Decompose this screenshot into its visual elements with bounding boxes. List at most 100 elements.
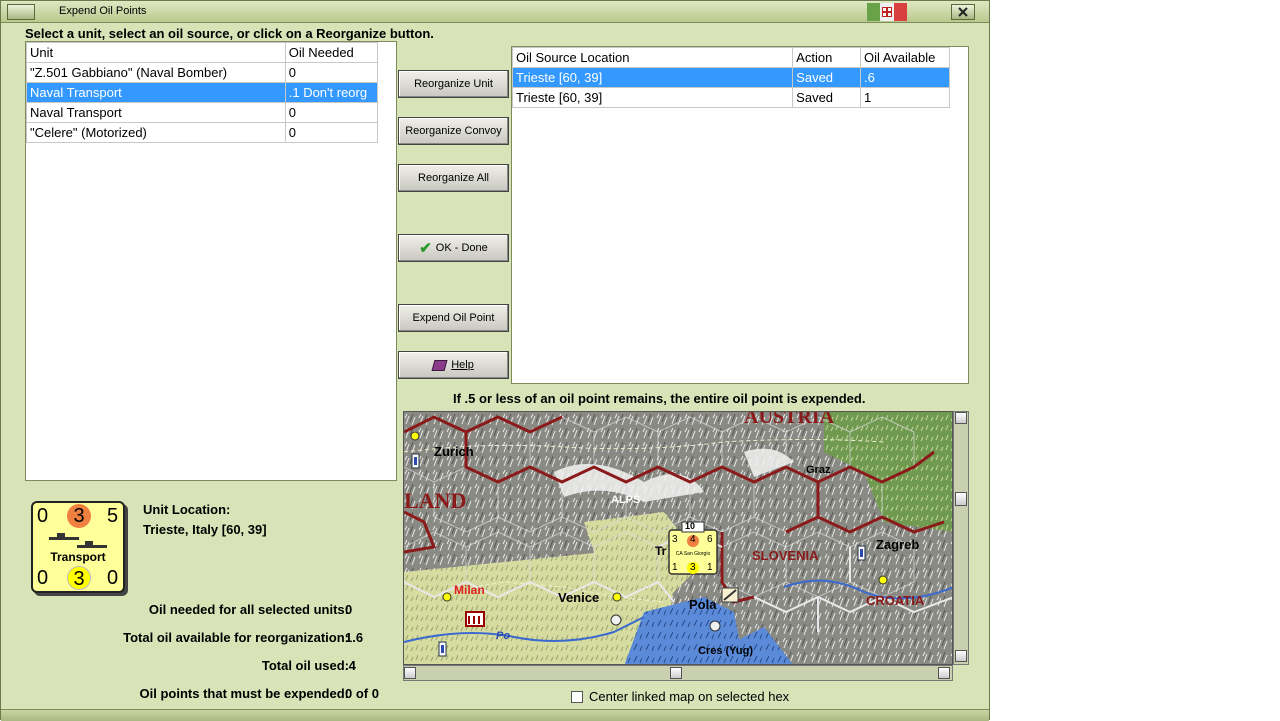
map-label-slovenia: SLOVENIA (752, 548, 819, 563)
map-label-milan: Milan (454, 583, 485, 597)
scroll-up-arrow[interactable] (955, 412, 967, 424)
unit-list-panel: Unit Oil Needed "Z.501 Gabbiano" (Naval … (25, 41, 397, 481)
map-label-croatia: CROATIA (866, 593, 925, 608)
map-label-zagreb: Zagreb (876, 537, 920, 552)
italy-flag-icon (867, 3, 907, 21)
window-bottom-border (1, 709, 989, 721)
checkmark-icon: ✔ (419, 240, 432, 257)
map-label-venice: Venice (558, 590, 600, 605)
transport-ship-icon (49, 533, 107, 548)
center-map-checkbox[interactable]: Center linked map on selected hex (571, 689, 789, 704)
map-horizontal-scrollbar[interactable] (403, 665, 953, 681)
center-map-label: Center linked map on selected hex (589, 689, 790, 704)
counter-top-right-value: 5 (107, 505, 119, 527)
table-header-row: Oil Source Location Action Oil Available (511, 47, 950, 68)
column-header-action[interactable]: Action (792, 47, 862, 68)
column-header-unit[interactable]: Unit (26, 42, 286, 63)
reorganize-unit-label: Reorganize Unit (414, 78, 493, 90)
map-label-graz: Graz (806, 464, 831, 476)
reorganize-unit-button[interactable]: Reorganize Unit (398, 70, 509, 98)
map-label-austria: AUSTRIA (744, 411, 835, 428)
help-button[interactable]: Help (398, 351, 509, 379)
ok-done-button[interactable]: ✔ OK - Done (398, 234, 509, 262)
oil-source-location-cell[interactable]: Trieste [60, 39] (511, 87, 794, 108)
action-cell[interactable]: Saved (792, 87, 862, 108)
map-counter-tr: 6 (707, 534, 713, 545)
map-label-trieste: Tr (655, 544, 667, 558)
map-vertical-scrollbar[interactable] (953, 411, 969, 665)
reorganize-convoy-label: Reorganize Convoy (405, 125, 502, 137)
column-header-oil-available[interactable]: Oil Available (860, 47, 950, 68)
vertical-scroll-thumb[interactable] (955, 492, 967, 506)
window-title: Expend Oil Points (59, 5, 147, 17)
map-canvas (404, 412, 952, 664)
stat-label: Oil points that must be expended: (139, 686, 349, 701)
book-icon (431, 359, 448, 371)
stat-value: 0 (345, 602, 353, 617)
counter-bottom-mid-value: 3 (67, 566, 91, 590)
map-label-zurich: Zurich (434, 444, 474, 459)
system-menu-button[interactable] (7, 4, 35, 20)
scroll-right-arrow[interactable] (938, 667, 950, 679)
unit-table: Unit Oil Needed "Z.501 Gabbiano" (Naval … (26, 42, 379, 143)
oil-needed-cell[interactable]: 0 (284, 62, 379, 83)
map-counter-tl: 3 (672, 534, 678, 545)
stat-value: 1.6 (345, 630, 364, 645)
expend-oil-point-button[interactable]: Expend Oil Point (398, 304, 509, 332)
map-label-land: LAND (404, 488, 467, 513)
table-row-selected[interactable]: Naval Transport .1 Don't reorg (26, 82, 379, 103)
unit-name-cell[interactable]: "Z.501 Gabbiano" (Naval Bomber) (26, 62, 286, 83)
title-bar: Expend Oil Points (1, 1, 989, 23)
table-header-row: Unit Oil Needed (26, 42, 379, 63)
stat-value: .4 (345, 658, 356, 673)
counter-unit-type: Transport (50, 550, 106, 564)
reorganize-all-button[interactable]: Reorganize All (398, 164, 509, 192)
reorganize-convoy-button[interactable]: Reorganize Convoy (398, 117, 509, 145)
map-label-po: Po (496, 630, 511, 642)
unit-name-cell[interactable]: "Celere" (Motorized) (26, 122, 286, 143)
close-button[interactable] (951, 4, 975, 20)
help-label: Help (451, 359, 474, 371)
oil-source-location-cell[interactable]: Trieste [60, 39] (511, 67, 794, 88)
horizontal-scroll-thumb[interactable] (670, 667, 682, 679)
map-counter-name: CA San Giorgio (675, 551, 711, 557)
checkbox-box[interactable] (571, 690, 583, 703)
unit-location-value: Trieste, Italy [60, 39] (143, 522, 267, 537)
oil-available-cell[interactable]: .6 (860, 67, 950, 88)
instruction-text: Select a unit, select an oil source, or … (25, 26, 434, 41)
map-label-pola: Pola (689, 597, 717, 612)
column-header-oil-source-location[interactable]: Oil Source Location (511, 47, 794, 68)
map-counter-bl: 1 (672, 562, 678, 573)
table-row[interactable]: Trieste [60, 39] Saved 1 (511, 87, 950, 108)
oil-source-panel: Oil Source Location Action Oil Available… (511, 46, 969, 384)
expend-oil-points-window: Expend Oil Points Select a unit, select … (0, 0, 990, 721)
table-row-selected[interactable]: Trieste [60, 39] Saved .6 (511, 67, 950, 88)
ok-done-label: OK - Done (435, 242, 488, 254)
transport-unit-counter: 0 3 5 Transport 0 3 0 (31, 501, 125, 593)
oil-needed-cell[interactable]: 0 (284, 102, 379, 123)
scroll-down-arrow[interactable] (955, 650, 967, 662)
oil-needed-cell[interactable]: 0 (284, 122, 379, 143)
table-row[interactable]: Naval Transport 0 (26, 102, 379, 123)
counter-bottom-right-value: 0 (107, 567, 119, 589)
oil-needed-cell[interactable]: .1 Don't reorg (284, 82, 379, 103)
linked-map-view[interactable]: AUSTRIA Zurich LAND ALPS Graz SLOVENIA Z… (403, 411, 953, 665)
column-header-oil-needed[interactable]: Oil Needed (284, 42, 379, 63)
counter-bottom-left-value: 0 (37, 567, 49, 589)
action-cell[interactable]: Saved (792, 67, 862, 88)
table-row[interactable]: "Z.501 Gabbiano" (Naval Bomber) 0 (26, 62, 379, 83)
counter-top-mid-value: 3 (67, 504, 91, 528)
map-counter-top-value: 10 (685, 521, 696, 531)
unit-name-cell[interactable]: Naval Transport (26, 102, 286, 123)
oil-source-table: Oil Source Location Action Oil Available… (511, 47, 950, 108)
oil-available-cell[interactable]: 1 (860, 87, 950, 108)
unit-location-label: Unit Location: (143, 502, 231, 517)
map-counter-tm: 4 (690, 534, 696, 545)
unit-name-cell[interactable]: Naval Transport (26, 82, 286, 103)
stat-label: Oil needed for all selected units: (148, 602, 349, 617)
map-counter-bm: 3 (690, 562, 696, 573)
table-row[interactable]: "Celere" (Motorized) 0 (26, 122, 379, 143)
scroll-left-arrow[interactable] (404, 667, 416, 679)
counter-top-left-value: 0 (37, 505, 49, 527)
map-label-alps: ALPS (611, 494, 641, 506)
